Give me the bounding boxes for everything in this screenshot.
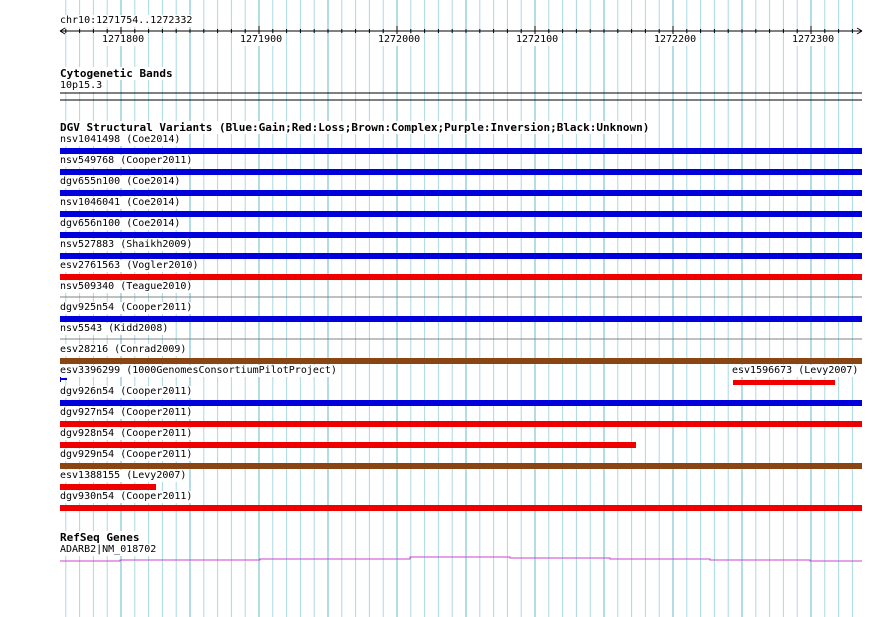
dgv-feature-bar: [60, 421, 862, 427]
dgv-feature-label[interactable]: nsv509340 (Teague2010): [60, 281, 194, 293]
dgv-feature-label[interactable]: nsv549768 (Cooper2011): [60, 155, 194, 167]
dgv-feature-bar: [60, 316, 862, 322]
dgv-feature-label[interactable]: dgv656n100 (Coe2014): [60, 218, 182, 230]
cytoband-track-title[interactable]: Cytogenetic Bands: [60, 67, 173, 80]
tick-label-2: 1271900: [240, 34, 283, 46]
dgv-feature-label[interactable]: dgv655n100 (Coe2014): [60, 176, 182, 188]
dgv-feature-bar: [60, 400, 862, 406]
dgv-feature-bar: [60, 169, 862, 175]
dgv-track-title[interactable]: DGV Structural Variants (Blue:Gain;Red:L…: [60, 121, 650, 134]
tick-label-4: 1272100: [516, 34, 559, 46]
dgv-feature-label[interactable]: dgv927n54 (Cooper2011): [60, 407, 194, 419]
dgv-feature-label[interactable]: nsv5543 (Kidd2008): [60, 323, 170, 335]
dgv-feature-bar: [60, 274, 862, 280]
dgv-feature-label[interactable]: dgv929n54 (Cooper2011): [60, 449, 194, 461]
dgv-feature-bar: [60, 148, 862, 154]
dgv-feature-bar: [60, 253, 862, 259]
refseq-gene-label[interactable]: ADARB2|NM_018702: [60, 544, 158, 556]
refseq-track-title[interactable]: RefSeq Genes: [60, 531, 140, 544]
dgv-feature-label[interactable]: nsv1041498 (Coe2014): [60, 134, 182, 146]
dgv-feature-label[interactable]: nsv1046041 (Coe2014): [60, 197, 182, 209]
dgv-feature-label[interactable]: dgv926n54 (Cooper2011): [60, 386, 194, 398]
dgv-feature-label[interactable]: dgv925n54 (Cooper2011): [60, 302, 194, 314]
dgv-feature-bar: [60, 211, 862, 217]
tick-label-5: 1272200: [654, 34, 697, 46]
dgv-feature-label[interactable]: esv1388155 (Levy2007): [60, 470, 188, 482]
dgv-feature-bar: [60, 358, 862, 364]
tick-label-6: 1272300: [792, 34, 835, 46]
dgv-feature-label[interactable]: esv2761563 (Vogler2010): [60, 260, 200, 272]
tick-label-1: 1271800: [102, 34, 145, 46]
dgv-feature-label[interactable]: nsv527883 (Shaikh2009): [60, 239, 194, 251]
dgv-feature-bar: [60, 190, 862, 196]
dgv-feature-label[interactable]: dgv928n54 (Cooper2011): [60, 428, 194, 440]
dgv-feature-label[interactable]: esv1596673 (Levy2007): [732, 365, 860, 377]
dgv-feature-bar: [60, 463, 862, 469]
dgv-feature-label[interactable]: dgv930n54 (Cooper2011): [60, 491, 194, 503]
dgv-feature-bar: [60, 232, 862, 238]
dgv-feature-bar: [60, 505, 862, 511]
dgv-feature-bar: [60, 442, 636, 448]
dgv-feature-label[interactable]: esv28216 (Conrad2009): [60, 344, 188, 356]
dgv-feature-label[interactable]: esv3396299 (1000GenomesConsortiumPilotPr…: [60, 365, 338, 377]
dgv-feature-bar: [733, 380, 835, 385]
cytoband-label: 10p15.3: [60, 80, 104, 92]
tick-label-3: 1272000: [378, 34, 421, 46]
dgv-feature-bar: [60, 484, 156, 490]
ruler-location: chr10:1271754..1272332: [60, 15, 194, 27]
